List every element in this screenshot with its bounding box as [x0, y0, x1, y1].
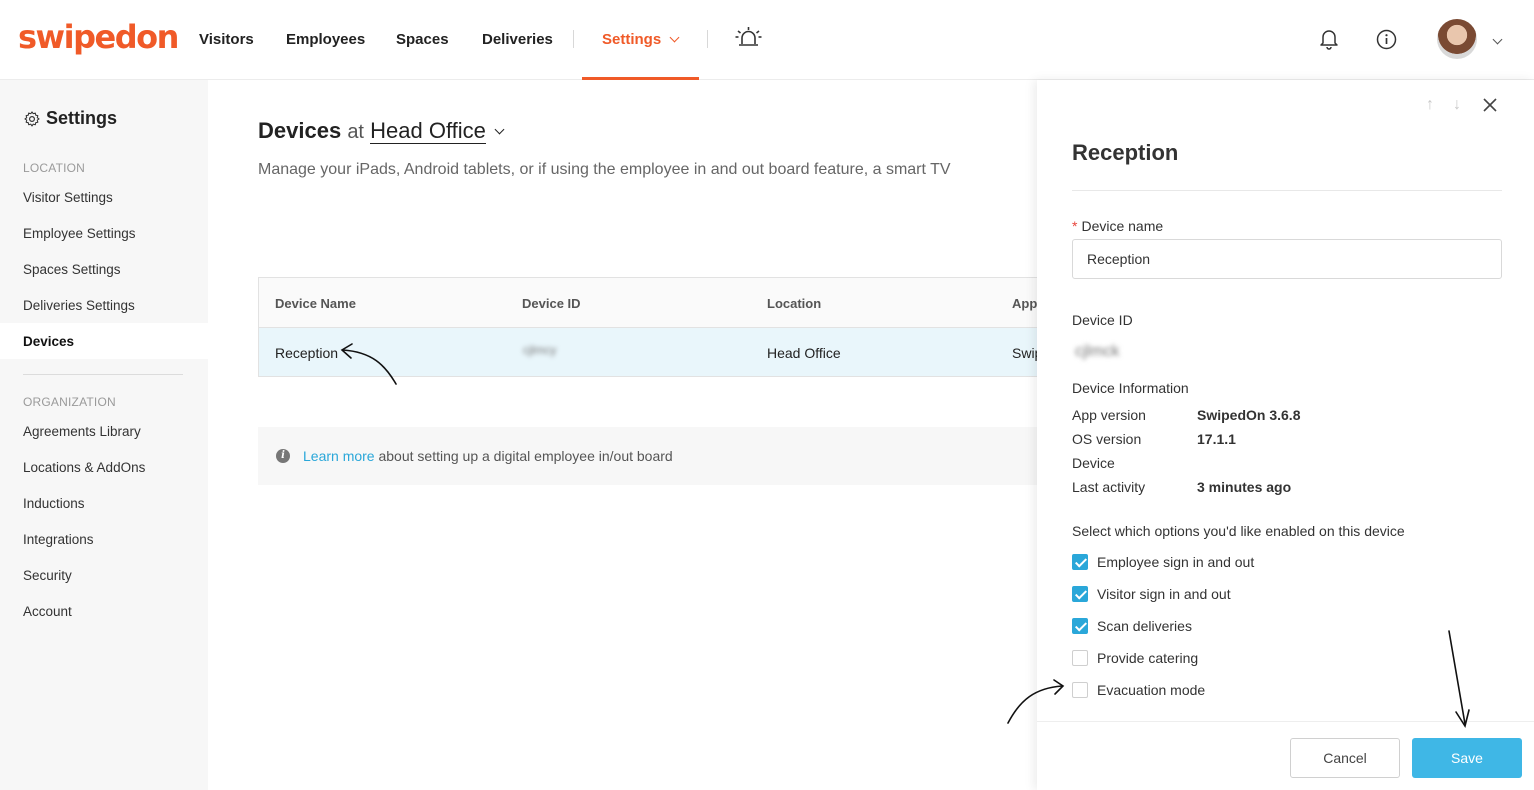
sidebar-title: Settings	[23, 108, 117, 129]
info-icon[interactable]	[1376, 29, 1397, 50]
row-device-id: cjlmcy	[523, 343, 557, 357]
top-navigation-bar: swipedon Visitors Employees Spaces Deliv…	[0, 0, 1534, 80]
location-selector-label: Head Office	[370, 118, 486, 144]
sidebar-divider	[23, 374, 183, 375]
nav-divider	[573, 30, 574, 48]
arrow-up-icon[interactable]: ↑	[1426, 96, 1434, 114]
option-label: Evacuation mode	[1097, 682, 1206, 698]
device-name-input[interactable]	[1072, 239, 1502, 279]
last-activity-value: 3 minutes ago	[1197, 479, 1292, 495]
app-version-label: App version	[1072, 407, 1146, 423]
option-label: Scan deliveries	[1097, 618, 1192, 634]
options-label: Select which options you'd like enabled …	[1072, 523, 1405, 539]
page-title-devices: Devices	[258, 118, 342, 143]
column-header-device-id[interactable]: Device ID	[522, 296, 581, 311]
arrow-down-icon[interactable]: ↓	[1453, 96, 1461, 114]
close-icon[interactable]	[1482, 97, 1498, 113]
save-button[interactable]: Save	[1412, 738, 1522, 778]
os-version-value: 17.1.1	[1197, 431, 1236, 447]
evacuation-alarm-icon[interactable]	[735, 26, 762, 50]
panel-title: Reception	[1072, 140, 1179, 165]
device-detail-panel: ↑ ↓ Reception *Device name Device ID cjl…	[1037, 80, 1534, 790]
option-label: Employee sign in and out	[1097, 554, 1255, 570]
row-app: Swip	[1012, 345, 1037, 361]
sidebar-section-location: LOCATION	[23, 161, 86, 175]
sidebar-item-deliveries-settings[interactable]: Deliveries Settings	[23, 298, 135, 313]
sidebar-section-organization: ORGANIZATION	[23, 395, 116, 409]
nav-visitors[interactable]: Visitors	[199, 31, 254, 48]
device-model-label: Device	[1072, 455, 1115, 471]
sidebar-item-security[interactable]: Security	[23, 568, 72, 583]
sidebar-item-spaces-settings[interactable]: Spaces Settings	[23, 262, 121, 277]
info-icon: i	[276, 449, 290, 463]
sidebar-item-integrations[interactable]: Integrations	[23, 532, 94, 547]
info-banner: i Learn more about setting up a digital …	[258, 427, 1038, 485]
table-row[interactable]: Reception cjlmcy Head Office Swip	[259, 328, 1037, 376]
page-title: Devices at Head Office	[258, 118, 505, 144]
device-id-label: Device ID	[1072, 312, 1133, 328]
checkbox-unchecked[interactable]	[1072, 682, 1088, 698]
nav-deliveries[interactable]: Deliveries	[482, 31, 553, 48]
column-header-app[interactable]: App	[1012, 296, 1037, 311]
chevron-down-icon	[669, 32, 680, 43]
avatar[interactable]	[1437, 19, 1477, 59]
option-scan-deliveries[interactable]: Scan deliveries	[1072, 618, 1192, 634]
location-selector[interactable]: Head Office	[370, 118, 505, 144]
chevron-down-icon[interactable]	[1492, 33, 1503, 51]
devices-table: Device Name Device ID Location App Recep…	[258, 277, 1038, 377]
nav-divider	[707, 30, 708, 48]
column-header-location[interactable]: Location	[767, 296, 821, 311]
sidebar-item-account[interactable]: Account	[23, 604, 72, 619]
sidebar-item-locations-addons[interactable]: Locations & AddOns	[23, 460, 145, 475]
table-header: Device Name Device ID Location App	[259, 278, 1037, 328]
swipedon-logo[interactable]: swipedon	[18, 18, 179, 56]
device-information-label: Device Information	[1072, 380, 1189, 396]
sidebar-item-agreements-library[interactable]: Agreements Library	[23, 424, 141, 439]
panel-footer: Cancel Save	[1037, 721, 1534, 790]
sidebar-item-devices[interactable]: Devices	[23, 334, 74, 349]
app-version-value: SwipedOn 3.6.8	[1197, 407, 1301, 423]
sidebar-item-inductions[interactable]: Inductions	[23, 496, 85, 511]
option-provide-catering[interactable]: Provide catering	[1072, 650, 1198, 666]
nav-settings[interactable]: Settings	[602, 31, 680, 48]
sidebar-title-text: Settings	[46, 108, 118, 128]
sidebar-item-visitor-settings[interactable]: Visitor Settings	[23, 190, 113, 205]
chevron-down-icon	[494, 124, 505, 135]
row-location: Head Office	[767, 345, 841, 361]
settings-sidebar: Settings LOCATION Visitor Settings Emplo…	[0, 80, 208, 790]
option-label: Visitor sign in and out	[1097, 586, 1231, 602]
checkbox-checked[interactable]	[1072, 586, 1088, 602]
nav-settings-label: Settings	[602, 31, 662, 48]
checkbox-unchecked[interactable]	[1072, 650, 1088, 666]
bell-icon[interactable]	[1319, 28, 1339, 50]
option-employee-sign-in[interactable]: Employee sign in and out	[1072, 554, 1254, 570]
sidebar-item-employee-settings[interactable]: Employee Settings	[23, 226, 136, 241]
device-name-label-text: Device name	[1081, 218, 1164, 234]
last-activity-label: Last activity	[1072, 479, 1146, 495]
os-version-label: OS version	[1072, 431, 1142, 447]
learn-more-link[interactable]: Learn more	[303, 448, 375, 464]
info-banner-message: about setting up a digital employee in/o…	[378, 448, 673, 464]
column-header-device-name[interactable]: Device Name	[275, 296, 356, 311]
row-device-name: Reception	[275, 345, 339, 361]
option-visitor-sign-in[interactable]: Visitor sign in and out	[1072, 586, 1231, 602]
nav-spaces[interactable]: Spaces	[396, 31, 449, 48]
gear-icon	[24, 110, 40, 126]
checkbox-checked[interactable]	[1072, 618, 1088, 634]
panel-divider	[1072, 190, 1502, 191]
active-tab-indicator	[582, 77, 699, 80]
device-id-value: cjlmck	[1075, 343, 1120, 360]
required-marker: *	[1072, 218, 1078, 234]
info-banner-text: Learn more about setting up a digital em…	[303, 448, 673, 464]
option-evacuation-mode[interactable]: Evacuation mode	[1072, 682, 1205, 698]
nav-employees[interactable]: Employees	[286, 31, 365, 48]
page-title-at: at	[347, 121, 364, 143]
option-label: Provide catering	[1097, 650, 1199, 666]
page-subtitle: Manage your iPads, Android tablets, or i…	[258, 161, 951, 178]
checkbox-checked[interactable]	[1072, 554, 1088, 570]
device-name-label: * Device name	[1072, 218, 1163, 234]
cancel-button[interactable]: Cancel	[1290, 738, 1400, 778]
